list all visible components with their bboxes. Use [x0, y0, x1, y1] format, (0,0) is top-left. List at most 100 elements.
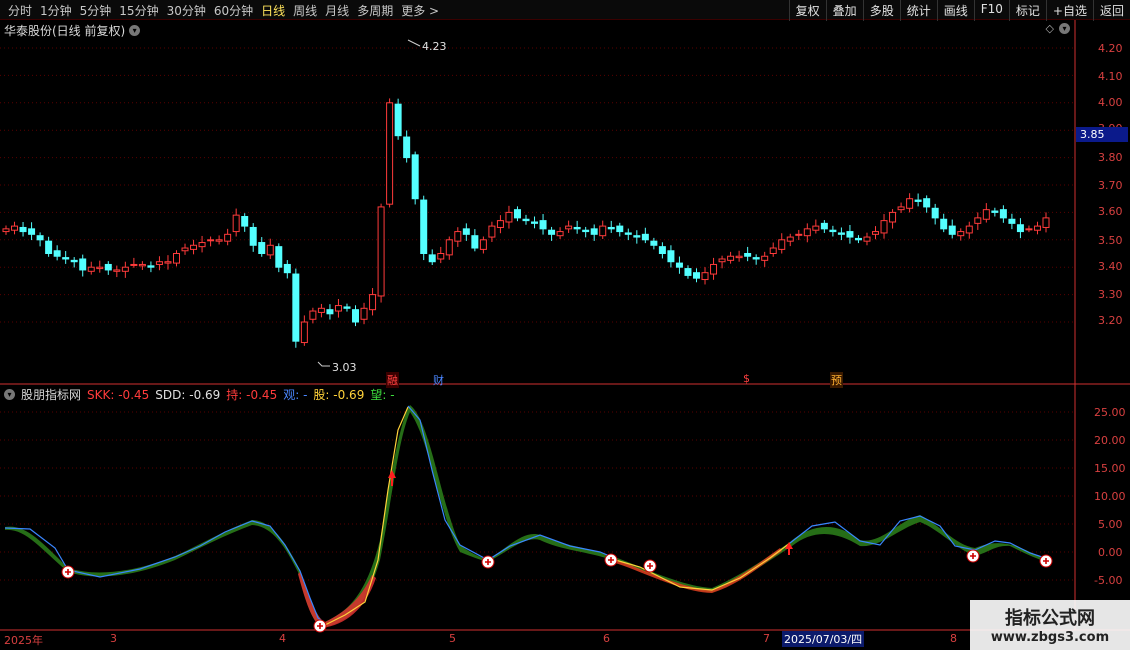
- candle: [19, 226, 27, 233]
- candle: [513, 209, 521, 219]
- crosshair-date: 2025/07/03/四: [782, 631, 865, 647]
- candle: [795, 233, 803, 236]
- candle: [761, 255, 769, 261]
- buy-signal-icon: [313, 619, 327, 633]
- candle: [104, 263, 112, 271]
- candle: [803, 228, 811, 237]
- candle: [369, 294, 377, 311]
- candle: [28, 228, 36, 235]
- event-tag[interactable]: 财: [432, 372, 445, 388]
- price-axis: 4.20 4.10 4.00 3.90 3.80 3.70 3.60 3.50 …: [1098, 42, 1123, 327]
- candle: [394, 103, 402, 137]
- candle: [241, 216, 249, 227]
- low-marker: [317, 361, 330, 367]
- low-label: 3.03: [332, 361, 357, 374]
- candle: [880, 220, 888, 234]
- candle: [334, 305, 342, 312]
- indicator-tick: 10.00: [1094, 490, 1126, 503]
- candle: [940, 218, 948, 230]
- current-price: 3.85: [1080, 128, 1105, 141]
- watermark: 指标公式网 www.zbgs3.com: [970, 600, 1130, 650]
- chevron-down-icon[interactable]: ▾: [4, 389, 15, 400]
- candle: [718, 258, 726, 263]
- candle: [965, 225, 973, 234]
- candle: [113, 269, 121, 272]
- indicator-line-yellow-2: [611, 542, 791, 591]
- candle: [658, 246, 666, 254]
- price-tick: 4.20: [1098, 42, 1123, 55]
- candle: [258, 242, 266, 254]
- candle: [224, 233, 232, 242]
- candle: [207, 239, 215, 242]
- price-tick: 3.70: [1098, 179, 1123, 192]
- candle: [130, 263, 138, 266]
- buy-signal-icon: [61, 565, 75, 579]
- candle: [701, 272, 709, 281]
- candle: [386, 102, 394, 205]
- candle: [70, 259, 78, 263]
- candle: [897, 206, 905, 211]
- price-tick: 3.60: [1098, 205, 1123, 218]
- candle: [445, 239, 453, 256]
- candle: [352, 309, 360, 323]
- candle: [573, 226, 581, 230]
- candle: [837, 232, 845, 235]
- candle: [999, 209, 1007, 219]
- candle: [87, 266, 95, 272]
- candle: [786, 236, 794, 242]
- candle: [215, 239, 223, 242]
- candle: [121, 266, 129, 272]
- event-tag[interactable]: 预: [830, 372, 843, 388]
- candle: [633, 235, 641, 238]
- candle: [582, 229, 590, 233]
- candle: [1042, 217, 1050, 228]
- candle: [531, 221, 539, 224]
- candle: [96, 266, 104, 270]
- buy-signal-icon: [966, 549, 980, 563]
- indicator-value-wang: 望: -: [370, 388, 395, 402]
- candle: [624, 232, 632, 235]
- candle: [11, 225, 19, 231]
- candle: [906, 198, 914, 209]
- candle: [692, 272, 700, 279]
- buy-signal-icon: [643, 559, 657, 573]
- candle: [190, 244, 198, 250]
- indicator-band-fill: [5, 405, 1048, 628]
- candle: [79, 258, 87, 271]
- candle: [556, 231, 564, 237]
- candle: [931, 207, 939, 219]
- candlestick-series: [2, 98, 1050, 348]
- time-tick: 6: [603, 632, 610, 645]
- candle: [326, 309, 334, 315]
- indicator-value-chi: 持: -0.45: [226, 388, 278, 402]
- candle: [496, 220, 504, 228]
- candle: [505, 211, 513, 223]
- price-tick: 3.50: [1098, 234, 1123, 247]
- candle: [735, 255, 743, 259]
- candle: [650, 240, 658, 246]
- chart-area[interactable]: 4.20 4.10 4.00 3.90 3.80 3.70 3.60 3.50 …: [0, 0, 1130, 650]
- candle: [437, 253, 445, 260]
- candle: [812, 225, 820, 231]
- candle: [846, 231, 854, 238]
- candle: [2, 228, 10, 233]
- buy-signals: [61, 470, 1053, 633]
- candle: [454, 231, 462, 242]
- indicator-tick: 5.00: [1098, 518, 1123, 531]
- candle: [172, 253, 180, 264]
- candle: [854, 237, 862, 241]
- candle: [616, 225, 624, 233]
- indicator-header: ▾ 股朋指标网 SKK: -0.45 SDD: -0.69 持: -0.45 观…: [4, 386, 395, 403]
- event-tag[interactable]: $: [742, 372, 751, 385]
- time-tick: 3: [110, 632, 117, 645]
- indicator-tick: 0.00: [1098, 546, 1123, 559]
- candle: [914, 199, 922, 202]
- indicator-value-sdd: SDD: -0.69: [155, 387, 221, 402]
- candle: [829, 229, 837, 233]
- buy-signal-icon: [481, 555, 495, 569]
- candle: [266, 244, 274, 256]
- candle: [667, 250, 675, 263]
- indicator-value-skk: SKK: -0.45: [87, 387, 150, 402]
- watermark-url: www.zbgs3.com: [990, 630, 1110, 645]
- indicator-tick: 15.00: [1094, 462, 1126, 475]
